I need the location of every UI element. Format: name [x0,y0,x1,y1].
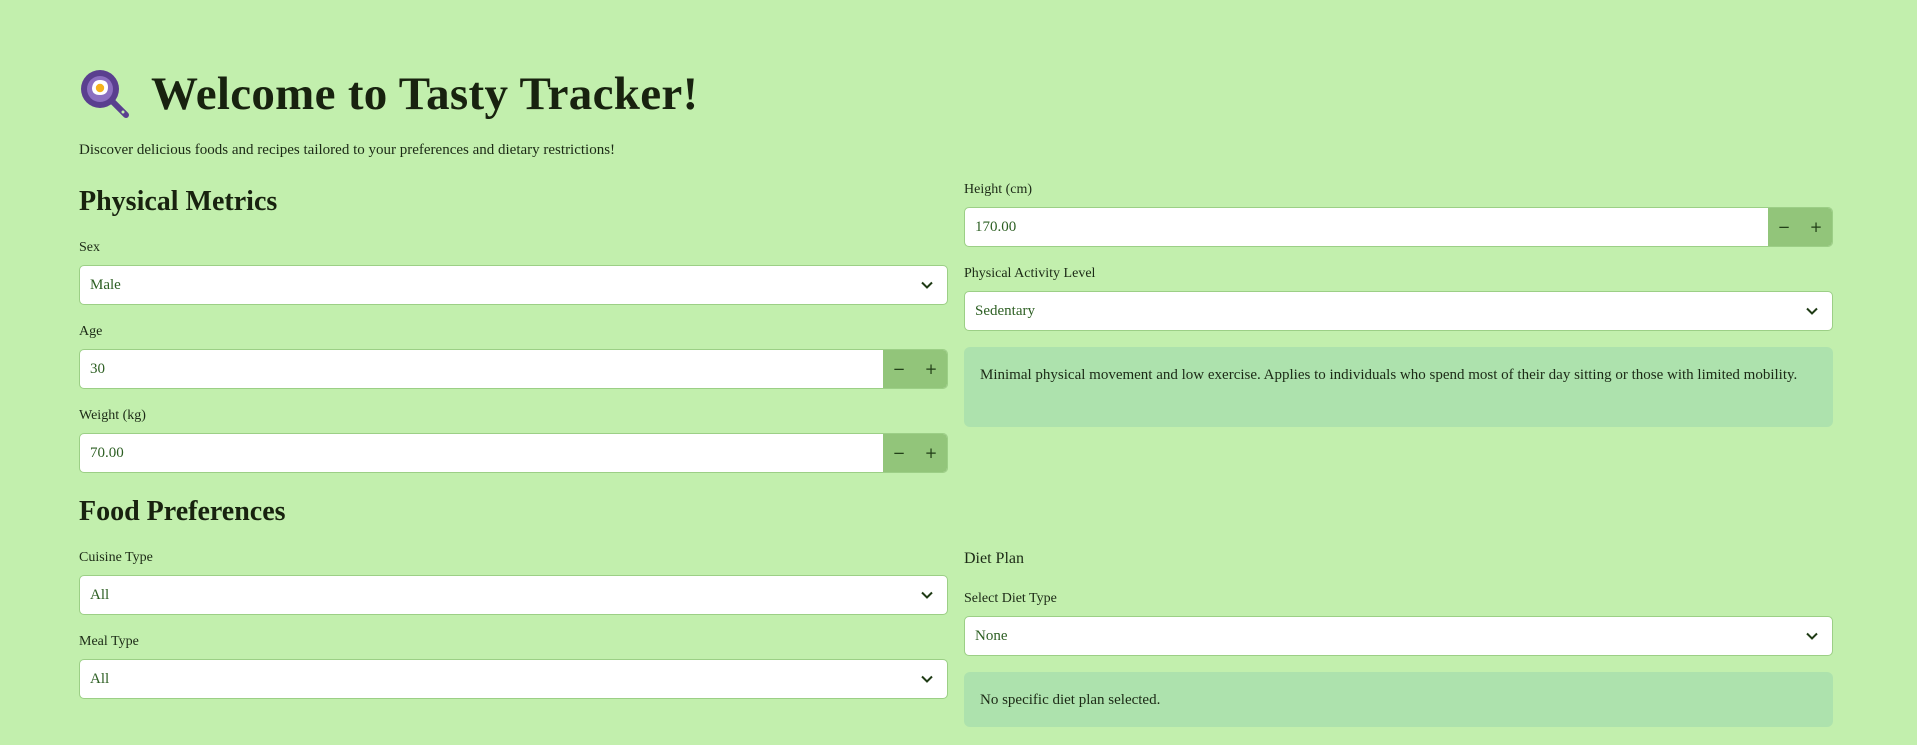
weight-input-value[interactable]: 70.00 [80,445,883,462]
cuisine-type-value: All [90,586,110,603]
meal-type-label: Meal Type [79,634,139,649]
height-input[interactable]: 170.00 − + [964,207,1833,247]
chevron-down-icon [907,660,947,698]
chevron-down-icon [907,266,947,304]
food-preferences-heading: Food Preferences [79,496,286,527]
weight-decrement-button[interactable]: − [883,434,915,472]
age-decrement-button[interactable]: − [883,350,915,388]
diet-plan-heading: Diet Plan [964,550,1024,567]
main-container: Welcome to Tasty Tracker! Discover delic… [79,0,1833,745]
meal-type-value: All [90,670,110,687]
activity-level-value: Sedentary [975,302,1035,319]
sex-select[interactable]: Male [79,265,948,305]
weight-label: Weight (kg) [79,408,146,423]
age-label: Age [79,324,103,339]
cuisine-type-label: Cuisine Type [79,550,153,565]
frying-pan-egg-icon [81,70,129,118]
diet-type-select[interactable]: None [964,616,1833,656]
sex-label: Sex [79,240,100,255]
diet-type-label: Select Diet Type [964,591,1057,606]
height-decrement-button[interactable]: − [1768,208,1800,246]
chevron-down-icon [1792,617,1832,655]
activity-level-label: Physical Activity Level [964,266,1096,281]
age-input[interactable]: 30 − + [79,349,948,389]
cuisine-type-select[interactable]: All [79,575,948,615]
meal-type-select[interactable]: All [79,659,948,699]
height-label: Height (cm) [964,182,1033,197]
title-row: Welcome to Tasty Tracker! [79,66,698,122]
activity-level-select[interactable]: Sedentary [964,291,1833,331]
age-increment-button[interactable]: + [915,350,947,388]
age-input-value[interactable]: 30 [80,361,883,378]
page-subtitle: Discover delicious foods and recipes tai… [79,142,616,158]
weight-increment-button[interactable]: + [915,434,947,472]
weight-input[interactable]: 70.00 − + [79,433,948,473]
page-title: Welcome to Tasty Tracker! [151,68,699,120]
height-input-value[interactable]: 170.00 [965,219,1768,236]
diet-type-value: None [975,627,1008,644]
diet-plan-description: No specific diet plan selected. [964,672,1833,727]
chevron-down-icon [907,576,947,614]
height-increment-button[interactable]: + [1800,208,1832,246]
chevron-down-icon [1792,292,1832,330]
activity-level-description: Minimal physical movement and low exerci… [964,347,1833,427]
sex-select-value: Male [90,276,121,293]
physical-metrics-heading: Physical Metrics [79,186,278,217]
